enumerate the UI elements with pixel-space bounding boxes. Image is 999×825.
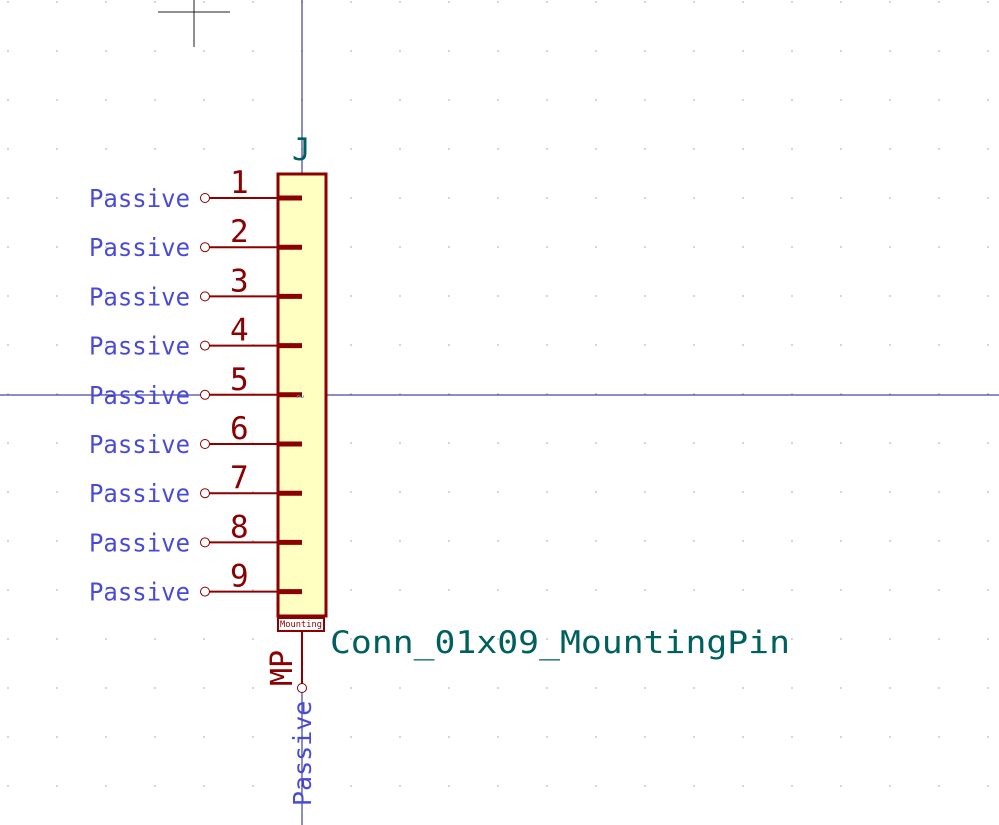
pin-number: 4 <box>230 313 249 349</box>
pin-endpoint[interactable] <box>200 537 210 548</box>
pin-endpoint[interactable] <box>200 242 210 253</box>
pin-type-label: Passive <box>89 578 190 607</box>
mounting-pin-type: Passive <box>288 701 317 806</box>
pin-2[interactable]: 2 Passive <box>89 214 302 262</box>
pin-9[interactable]: 9 Passive <box>89 559 302 607</box>
pin-1[interactable]: 1 Passive <box>89 165 302 213</box>
pin-endpoint[interactable] <box>200 291 210 302</box>
pin-type-label: Passive <box>89 184 190 213</box>
pin-endpoint[interactable] <box>200 193 210 203</box>
pin-number: 1 <box>230 165 249 201</box>
reference-designator[interactable]: J <box>292 132 311 168</box>
pin-type-label: Passive <box>89 282 190 311</box>
pin-endpoint[interactable] <box>200 340 210 351</box>
pin-endpoint[interactable] <box>200 389 210 400</box>
pin-number: 2 <box>230 214 249 250</box>
pin-type-label: Passive <box>89 479 190 508</box>
pin-number: 7 <box>230 460 249 496</box>
pin-3[interactable]: 3 Passive <box>89 263 302 311</box>
pin-8[interactable]: 8 Passive <box>89 509 302 557</box>
pin-type-label: Passive <box>89 381 190 410</box>
mounting-body-text: Mounting <box>280 620 322 630</box>
pin-endpoint[interactable] <box>200 488 210 499</box>
mounting-pin-number: MP <box>265 650 300 686</box>
pin-number: 6 <box>230 411 249 447</box>
pin-number: 9 <box>230 559 249 595</box>
pin-endpoint[interactable] <box>200 586 210 597</box>
pin-endpoint[interactable] <box>200 439 210 449</box>
pin-number: 8 <box>230 509 249 545</box>
pin-5[interactable]: 5 Passive <box>89 362 302 410</box>
cursor-crosshair <box>158 0 230 47</box>
pin-6[interactable]: 6 Passive <box>89 411 302 459</box>
pin-type-label: Passive <box>89 528 190 557</box>
pin-type-label: Passive <box>89 332 190 361</box>
pin-type-label: Passive <box>89 233 190 262</box>
pins-group: 1 Passive 2 Passive 3 Passive 4 Passive 5 Passive… <box>89 165 302 607</box>
pin-number: 3 <box>230 263 249 299</box>
pin-7[interactable]: 7 Passive <box>89 460 302 508</box>
pin-number: 5 <box>230 362 249 398</box>
component-value[interactable]: Conn_01x09_MountingPin <box>330 625 790 661</box>
pin-type-label: Passive <box>89 430 190 459</box>
anchor-marker: ~ <box>296 389 305 406</box>
schematic-canvas[interactable]: 1 Passive 2 Passive 3 Passive 4 Passive 5 Passive… <box>0 0 999 825</box>
pin-4[interactable]: 4 Passive <box>89 313 302 361</box>
